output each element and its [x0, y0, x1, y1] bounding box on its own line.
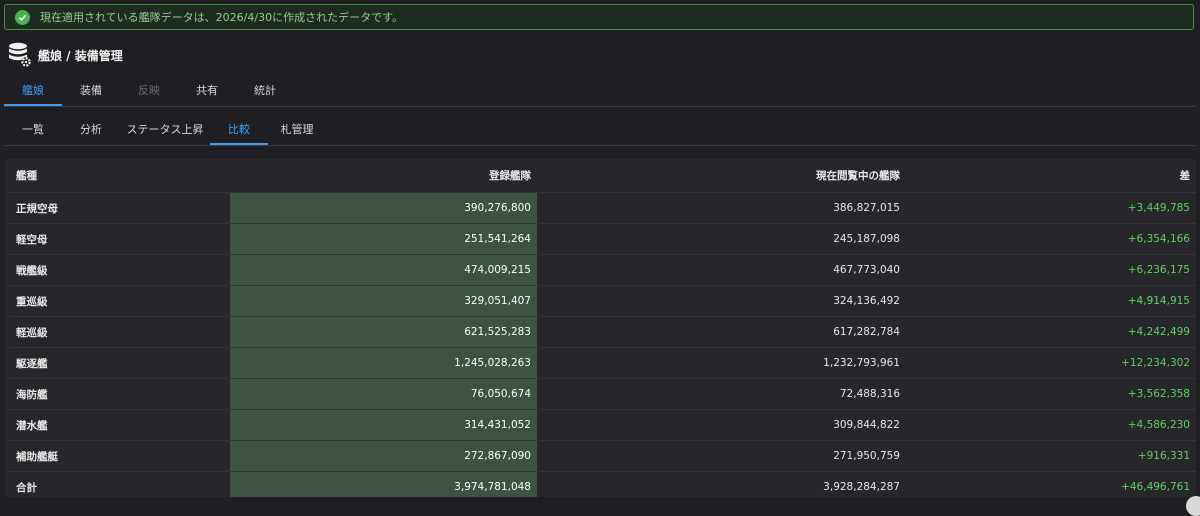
table-row: 正規空母 390,276,800 386,827,015 +3,449,785: [10, 192, 1196, 224]
registered-value-cell: 314,431,052: [230, 409, 537, 441]
ship-type-cell: 補助艦艇: [10, 440, 230, 472]
registered-value-cell: 76,050,674: [230, 378, 537, 410]
registered-value-cell: 3,974,781,048: [230, 471, 537, 497]
registered-value-cell: 621,525,283: [230, 316, 537, 348]
table-header-row: 艦種 登録艦隊 現在閲覧中の艦隊 差: [10, 159, 1196, 193]
registered-value-cell: 1,245,028,263: [230, 347, 537, 379]
column-header-current-fleet: 現在閲覧中の艦隊: [537, 159, 906, 193]
tab-share[interactable]: 共有: [178, 78, 236, 106]
tab-list[interactable]: 一覧: [4, 117, 62, 143]
table-row: 補助艦艇 272,867,090 271,950,759 +916,331: [10, 440, 1196, 472]
ship-type-cell: 潜水艦: [10, 409, 230, 441]
difference-cell: +3,449,785: [906, 192, 1196, 224]
difference-cell: +46,496,761: [906, 471, 1196, 497]
tab-stats[interactable]: 統計: [236, 78, 294, 106]
difference-cell: +4,914,915: [906, 285, 1196, 317]
current-value-cell: 386,827,015: [537, 192, 906, 224]
tab-equipment[interactable]: 装備: [62, 78, 120, 106]
database-gear-icon: [9, 42, 31, 67]
check-circle-icon: [15, 9, 30, 25]
main-tabs: 艦娘 装備 反映 共有 統計: [4, 78, 1196, 107]
current-value-cell: 271,950,759: [537, 440, 906, 472]
ship-type-cell: 海防艦: [10, 378, 230, 410]
scroll-corner-indicator: [1186, 496, 1200, 516]
registered-value-cell: 272,867,090: [230, 440, 537, 472]
current-value-cell: 72,488,316: [537, 378, 906, 410]
tab-analysis[interactable]: 分析: [62, 117, 120, 143]
table-row: 軽空母 251,541,264 245,187,098 +6,354,166: [10, 223, 1196, 255]
comparison-table: 艦種 登録艦隊 現在閲覧中の艦隊 差 正規空母 390,276,800 386,…: [10, 159, 1196, 497]
tab-kanmusu[interactable]: 艦娘: [4, 78, 62, 106]
table-row: 潜水艦 314,431,052 309,844,822 +4,586,230: [10, 409, 1196, 441]
current-value-cell: 1,232,793,961: [537, 347, 906, 379]
info-alert: 現在適用されている艦隊データは、2026/4/30に作成されたデータです。: [4, 4, 1194, 30]
tab-apply: 反映: [138, 84, 160, 97]
difference-cell: +916,331: [906, 440, 1196, 472]
ship-type-cell: 駆逐艦: [10, 347, 230, 379]
table-row: 軽巡級 621,525,283 617,282,784 +4,242,499: [10, 316, 1196, 348]
current-value-cell: 309,844,822: [537, 409, 906, 441]
column-header-registered-fleet: 登録艦隊: [230, 159, 537, 193]
ship-type-cell: 重巡級: [10, 285, 230, 317]
ship-type-cell: 合計: [10, 471, 230, 497]
ship-type-cell: 軽巡級: [10, 316, 230, 348]
registered-value-cell: 390,276,800: [230, 192, 537, 224]
ship-type-cell: 正規空母: [10, 192, 230, 224]
difference-cell: +4,242,499: [906, 316, 1196, 348]
sub-tabs: 一覧 分析 ステータス上昇 比較 札管理: [4, 117, 1196, 146]
current-value-cell: 617,282,784: [537, 316, 906, 348]
alert-message: 現在適用されている艦隊データは、2026/4/30に作成されたデータです。: [40, 11, 403, 24]
table-row: 駆逐艦 1,245,028,263 1,232,793,961 +12,234,…: [10, 347, 1196, 379]
difference-cell: +3,562,358: [906, 378, 1196, 410]
table-row: 戦艦級 474,009,215 467,773,040 +6,236,175: [10, 254, 1196, 286]
difference-cell: +4,586,230: [906, 409, 1196, 441]
tab-compare[interactable]: 比較: [210, 117, 268, 145]
registered-value-cell: 474,009,215: [230, 254, 537, 286]
table-row: 重巡級 329,051,407 324,136,492 +4,914,915: [10, 285, 1196, 317]
page-header: 艦娘 / 装備管理: [8, 42, 123, 68]
comparison-panel: 艦種 登録艦隊 現在閲覧中の艦隊 差 正規空母 390,276,800 386,…: [6, 159, 1196, 497]
registered-value-cell: 251,541,264: [230, 223, 537, 255]
column-header-ship-type: 艦種: [10, 159, 230, 193]
difference-cell: +12,234,302: [906, 347, 1196, 379]
column-header-difference: 差: [906, 159, 1196, 193]
table-row: 海防艦 76,050,674 72,488,316 +3,562,358: [10, 378, 1196, 410]
current-value-cell: 467,773,040: [537, 254, 906, 286]
page-title: 艦娘 / 装備管理: [38, 48, 123, 63]
current-value-cell: 324,136,492: [537, 285, 906, 317]
difference-cell: +6,236,175: [906, 254, 1196, 286]
difference-cell: +6,354,166: [906, 223, 1196, 255]
current-value-cell: 3,928,284,287: [537, 471, 906, 497]
ship-type-cell: 軽空母: [10, 223, 230, 255]
tab-status-up[interactable]: ステータス上昇: [120, 117, 210, 143]
registered-value-cell: 329,051,407: [230, 285, 537, 317]
tab-card-manage[interactable]: 札管理: [268, 117, 326, 143]
ship-type-cell: 戦艦級: [10, 254, 230, 286]
current-value-cell: 245,187,098: [537, 223, 906, 255]
table-total-row: 合計 3,974,781,048 3,928,284,287 +46,496,7…: [10, 471, 1196, 497]
